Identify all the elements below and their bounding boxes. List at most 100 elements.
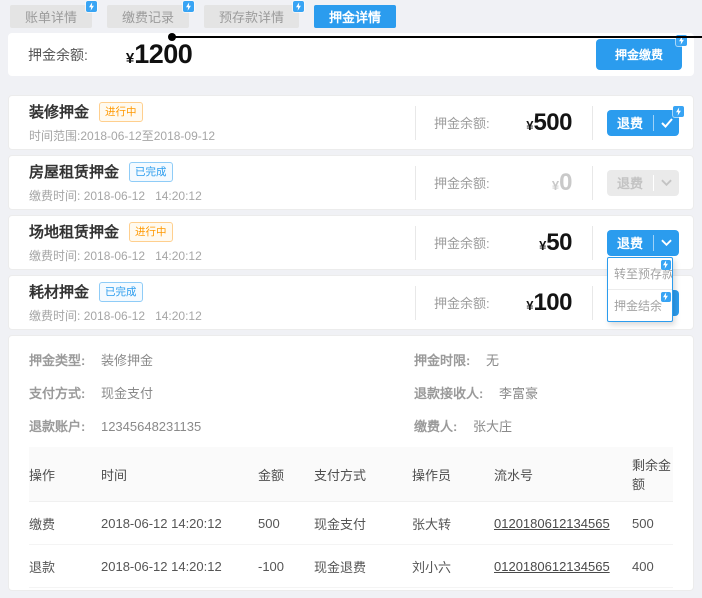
cell-operator: 张大转 bbox=[412, 502, 494, 545]
currency-symbol: ¥ bbox=[126, 50, 134, 67]
tab-payment-record[interactable]: 缴费记录 bbox=[107, 5, 189, 28]
col-amount: 金额 bbox=[258, 447, 314, 502]
refund-button[interactable]: 退费 bbox=[607, 110, 653, 136]
deposit-card-consumables: 耗材押金 已完成 缴费时间: 2018-06-12 14:20:12 押金余额:… bbox=[8, 275, 694, 330]
cell-payment-method: 现金退费 bbox=[314, 545, 412, 588]
cell-payment-method: 转至预存款 bbox=[314, 588, 412, 592]
detail-value: 无 bbox=[486, 353, 499, 368]
detail-deposit-type: 押金类型: 装修押金 bbox=[29, 350, 414, 369]
currency-symbol: ¥ bbox=[539, 238, 546, 253]
lightning-badge-icon bbox=[183, 1, 194, 12]
dropdown-item-label: 押金结余 bbox=[614, 299, 662, 313]
card-balance-label: 押金余额: bbox=[434, 233, 490, 252]
status-badge: 已完成 bbox=[129, 162, 173, 182]
detail-value: 李富豪 bbox=[499, 386, 538, 401]
card-balance-amount: ¥ 500 bbox=[526, 109, 572, 137]
card-meta-label: 缴费时间: bbox=[29, 249, 80, 263]
card-balance-value: 50 bbox=[546, 229, 572, 257]
deposit-detail-panel: 押金类型: 装修押金 押金时限: 无 支付方式: 现金支付 退款接收人: 李富豪… bbox=[8, 335, 694, 591]
cell-amount: -100 bbox=[258, 545, 314, 588]
chevron-down-icon bbox=[661, 239, 672, 246]
tab-bar: 账单详情 缴费记录 预存款详情 押金详情 bbox=[0, 0, 702, 28]
detail-value: 装修押金 bbox=[101, 353, 153, 368]
refund-more-button[interactable] bbox=[654, 230, 679, 256]
col-remaining: 剩余金额 bbox=[632, 447, 673, 502]
cell-operation: 转移 bbox=[29, 588, 101, 592]
tab-label: 预存款详情 bbox=[219, 7, 284, 26]
col-operation: 操作 bbox=[29, 447, 101, 502]
status-badge: 进行中 bbox=[129, 222, 173, 242]
card-balance-amount: ¥ 100 bbox=[526, 289, 572, 317]
card-title: 耗材押金 bbox=[29, 281, 89, 302]
deposit-balance-value: 1200 bbox=[134, 39, 192, 70]
cell-operator: 刘小六 bbox=[412, 588, 494, 592]
currency-symbol: ¥ bbox=[552, 178, 559, 193]
tab-label: 押金详情 bbox=[329, 7, 381, 26]
col-serial-number: 流水号 bbox=[494, 447, 632, 502]
detail-payer: 缴费人: 张大庄 bbox=[414, 416, 673, 435]
deposit-card-site-rent: 场地租赁押金 进行中 缴费时间: 2018-06-12 14:20:12 押金余… bbox=[8, 215, 694, 270]
tab-label: 账单详情 bbox=[25, 7, 77, 26]
table-row: 退款 2018-06-12 14:20:12 -100 现金退费 刘小六 012… bbox=[29, 545, 673, 588]
deposit-pay-button[interactable]: 押金缴费 bbox=[596, 39, 682, 70]
detail-value: 张大庄 bbox=[473, 419, 512, 434]
detail-label: 支付方式: bbox=[29, 386, 85, 401]
card-actions: 退费 转至预存款 押 bbox=[593, 230, 693, 256]
refund-button-wrap: 退费 转至预存款 押 bbox=[607, 230, 679, 256]
cell-amount: -100 bbox=[258, 588, 314, 592]
detail-label: 押金类型: bbox=[29, 353, 85, 368]
dropdown-item-transfer-to-prepaid[interactable]: 转至预存款 bbox=[608, 258, 672, 289]
card-meta-value: 2018-06-12至2018-09-12 bbox=[80, 129, 215, 143]
detail-refund-account: 退款账户: 12345648231135 bbox=[29, 416, 414, 435]
detail-value: 现金支付 bbox=[101, 386, 153, 401]
refund-split-button: 退费 bbox=[607, 110, 679, 136]
deposit-summary-bar: 押金余额: ¥ 1200 押金缴费 bbox=[8, 33, 694, 76]
cell-remaining: 300 bbox=[632, 588, 673, 592]
tab-prepaid-detail[interactable]: 预存款详情 bbox=[204, 5, 299, 28]
detail-label: 退款账户: bbox=[29, 419, 85, 434]
annotation-line bbox=[172, 36, 702, 38]
currency-symbol: ¥ bbox=[526, 118, 533, 133]
card-info: 房屋租赁押金 已完成 缴费时间: 2018-06-12 14:20:12 bbox=[29, 161, 415, 204]
lightning-badge-icon bbox=[673, 106, 684, 117]
cell-operation: 退款 bbox=[29, 545, 101, 588]
card-meta-label: 缴费时间: bbox=[29, 309, 80, 323]
tab-bill-detail[interactable]: 账单详情 bbox=[10, 5, 92, 28]
card-actions: 退费 bbox=[593, 170, 693, 196]
transaction-table: 操作 时间 金额 支付方式 操作员 流水号 剩余金额 缴费 2018-06-12… bbox=[29, 447, 673, 591]
refund-more-button[interactable] bbox=[654, 110, 679, 136]
col-time: 时间 bbox=[101, 447, 258, 502]
currency-symbol: ¥ bbox=[526, 298, 533, 313]
detail-grid: 押金类型: 装修押金 押金时限: 无 支付方式: 现金支付 退款接收人: 李富豪… bbox=[29, 350, 673, 435]
card-balance-value: 500 bbox=[533, 109, 572, 137]
status-badge: 已完成 bbox=[99, 282, 143, 302]
card-balance-amount: ¥ 0 bbox=[552, 169, 572, 197]
refund-button[interactable]: 退费 bbox=[607, 230, 653, 256]
serial-number-link[interactable]: 0120180612134565 bbox=[494, 559, 610, 574]
lightning-badge-icon bbox=[86, 1, 97, 12]
refund-button-wrap: 退费 bbox=[607, 170, 679, 196]
refund-dropdown-menu: 转至预存款 押金结余 bbox=[607, 257, 673, 322]
card-meta: 缴费时间: 2018-06-12 14:20:12 bbox=[29, 187, 415, 204]
table-header: 操作 时间 金额 支付方式 操作员 流水号 剩余金额 bbox=[29, 447, 673, 502]
deposit-card-renovation: 装修押金 进行中 时间范围:2018-06-12至2018-09-12 押金余额… bbox=[8, 95, 694, 150]
table-row: 缴费 2018-06-12 14:20:12 500 现金支付 张大转 0120… bbox=[29, 502, 673, 545]
card-info: 耗材押金 已完成 缴费时间: 2018-06-12 14:20:12 bbox=[29, 281, 415, 324]
cell-amount: 500 bbox=[258, 502, 314, 545]
detail-value: 12345648231135 bbox=[101, 419, 201, 434]
chevron-down-icon bbox=[661, 179, 672, 186]
dropdown-item-deposit-settle[interactable]: 押金结余 bbox=[608, 289, 672, 321]
cell-operator: 刘小六 bbox=[412, 545, 494, 588]
deposit-detail-page: 账单详情 缴费记录 预存款详情 押金详情 押金余额: ¥ 1200 bbox=[0, 0, 702, 598]
serial-number-link[interactable]: 0120180612134565 bbox=[494, 516, 610, 531]
refund-button-wrap: 退费 bbox=[607, 110, 679, 136]
refund-split-button-disabled: 退费 bbox=[607, 170, 679, 196]
lightning-badge-icon bbox=[293, 1, 304, 12]
detail-label: 缴费人: bbox=[414, 419, 457, 434]
deposit-balance-label: 押金余额: bbox=[28, 45, 88, 65]
table-row: 转移 2018-06-12 14:20:12 -100 转至预存款 刘小六 01… bbox=[29, 588, 673, 592]
deposit-card-house-rent: 房屋租赁押金 已完成 缴费时间: 2018-06-12 14:20:12 押金余… bbox=[8, 155, 694, 210]
tab-deposit-detail[interactable]: 押金详情 bbox=[314, 5, 396, 28]
lightning-badge-icon bbox=[661, 292, 671, 302]
card-title: 房屋租赁押金 bbox=[29, 161, 119, 182]
